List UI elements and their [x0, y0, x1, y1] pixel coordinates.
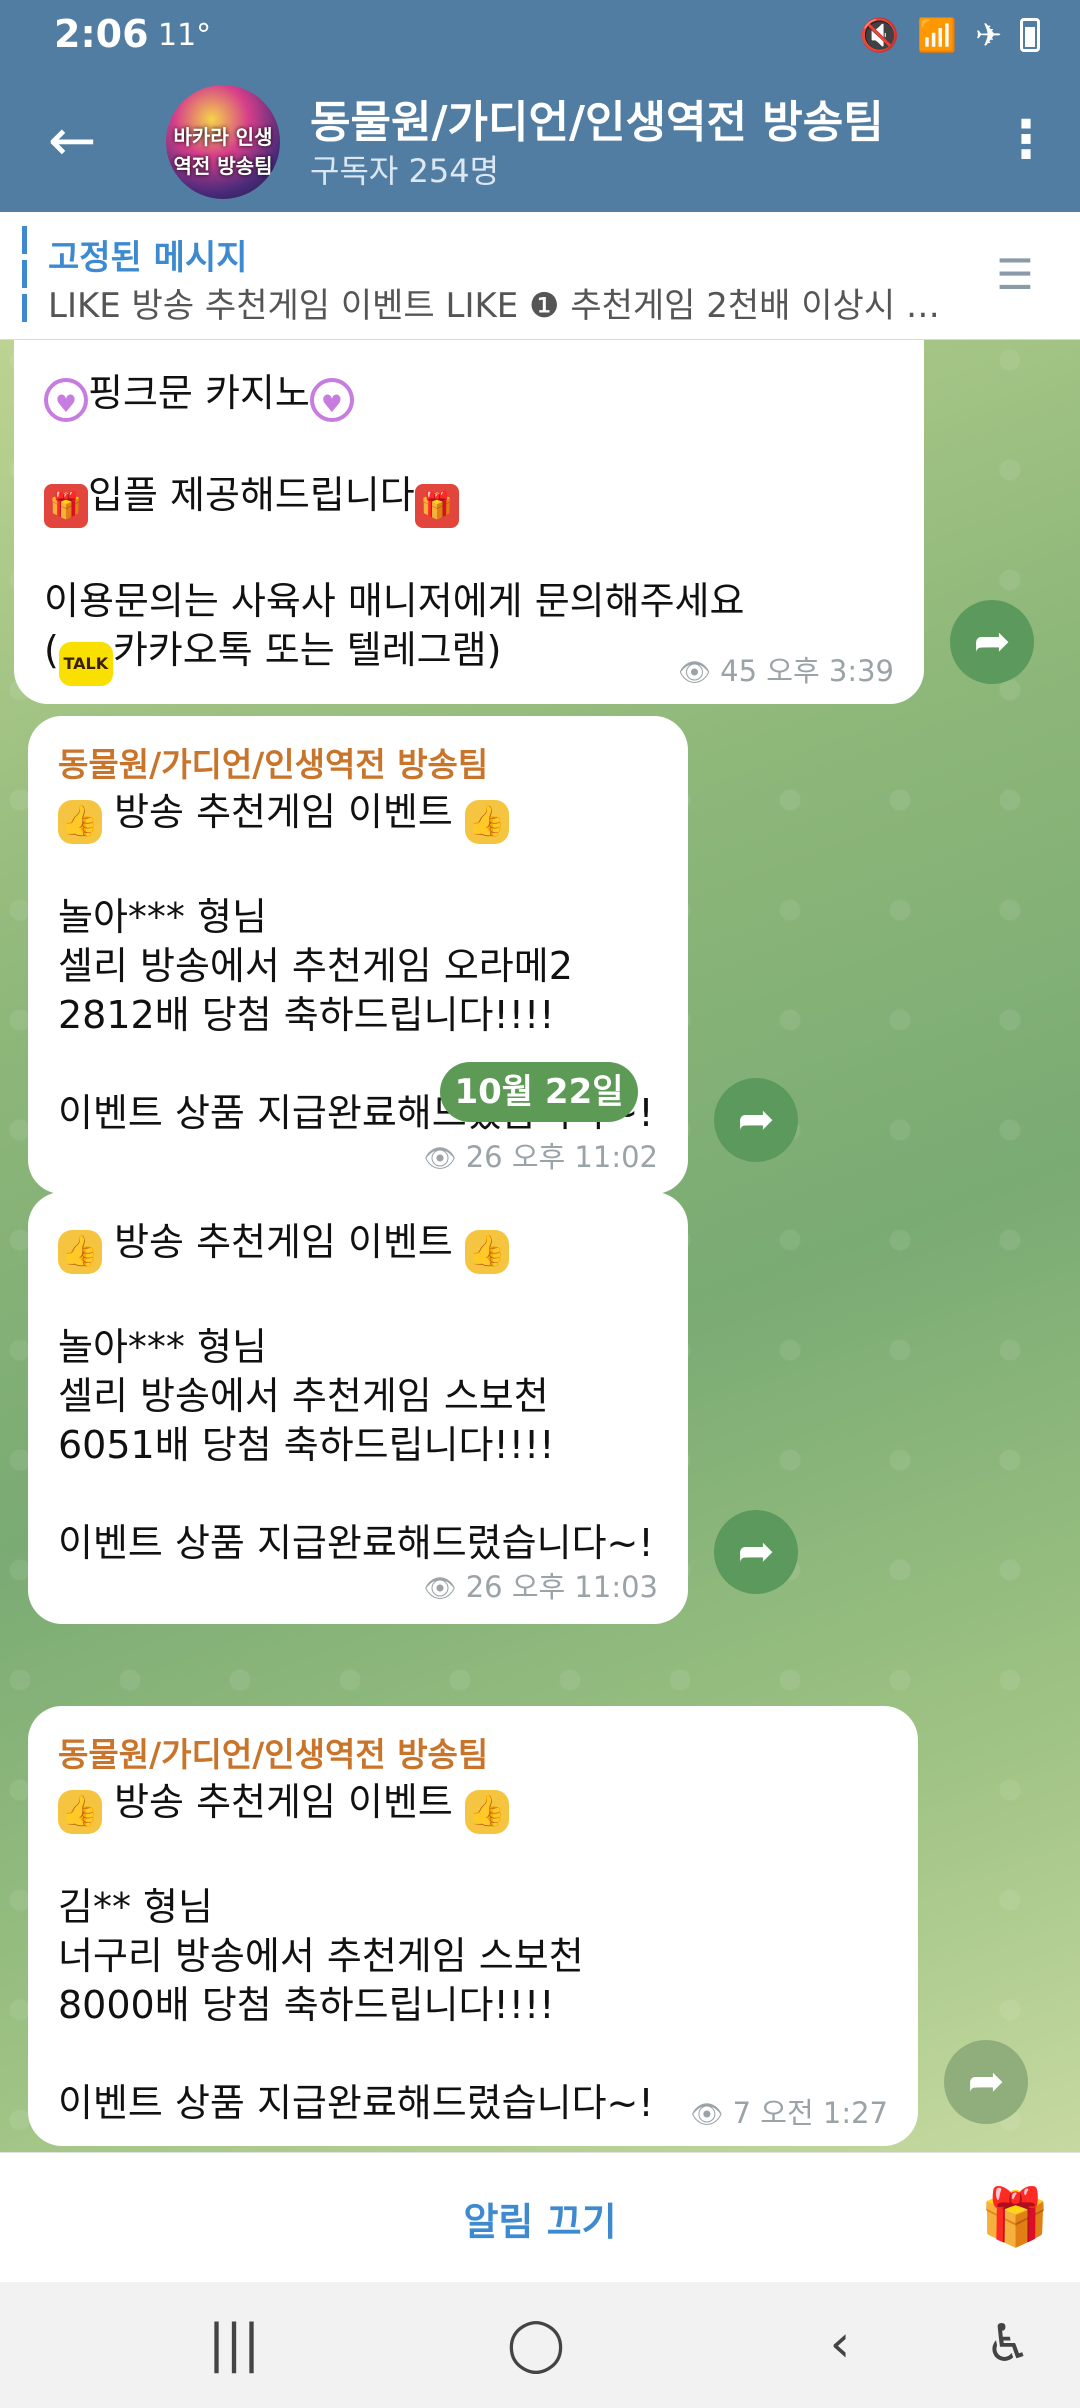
- message-line: 👍 방송 추천게임 이벤트 👍: [58, 1778, 888, 1834]
- chat-header: ← 바카라 인생역전 방송팀 동물원/가디언/인생역전 방송팀 구독자 254명…: [0, 72, 1080, 212]
- back-nav-icon[interactable]: ‹: [800, 2312, 880, 2376]
- message-line: 🎁 입플 제공해드립니다 🎁: [44, 471, 894, 528]
- message-line: 2812배 당첨 축하드립니다!!!!: [58, 993, 555, 1037]
- gift-emoji-icon: 🎁: [414, 484, 459, 528]
- recent-apps-icon[interactable]: |||: [194, 2312, 274, 2376]
- mute-icon: 🔇: [859, 16, 900, 54]
- message-time: 오전 1:27: [760, 2096, 888, 2130]
- message-line: [44, 340, 894, 369]
- message-line: 👍 방송 추천게임 이벤트 👍: [58, 788, 658, 844]
- message-line: 👍 방송 추천게임 이벤트 👍: [58, 1218, 658, 1274]
- home-icon[interactable]: ◯: [496, 2312, 576, 2376]
- pinned-text: LIKE 방송 추천게임 이벤트 LIKE ❶ 추천게임 2천배 이상시 🎯…: [48, 286, 968, 326]
- message-line: 8000배 당첨 축하드립니다!!!!: [58, 1983, 555, 2027]
- message-bubble[interactable]: 동물원/가디언/인생역전 방송팀 👍 방송 추천게임 이벤트 👍 김** 형님 …: [28, 1706, 918, 2146]
- wifi-icon: 📶: [917, 16, 958, 54]
- message-time: 오후 11:03: [511, 1570, 658, 1604]
- message-sender: 동물원/가디언/인생역전 방송팀: [58, 1735, 489, 1774]
- pinned-title: 고정된 메시지: [48, 238, 248, 278]
- status-temperature: 11°: [158, 18, 212, 53]
- view-count: 26: [465, 1570, 503, 1604]
- message-line: 놀아*** 형님: [58, 1325, 267, 1369]
- message-meta: 👁 45 오후 3:39: [678, 654, 894, 690]
- message-meta: 👁 26 오후 11:02: [58, 1140, 658, 1176]
- message-line: 김** 형님: [58, 1885, 213, 1929]
- message-line: 이용문의는 사육사 매니저에게 문의해주세요: [44, 579, 745, 623]
- message-line: 놀아*** 형님: [58, 895, 267, 939]
- chat-area[interactable]: ♥ 핑크문 카지노 ♥ 🎁 입플 제공해드립니다 🎁 이용문의는 사육사 매니저에게 문…: [0, 340, 1080, 2152]
- thumbs-up-icon: 👍: [58, 1790, 102, 1834]
- avatar-text: 바카라 인생역전 방송팀: [173, 125, 273, 178]
- message-line: 6051배 당첨 축하드립니다!!!!: [58, 1423, 555, 1467]
- message-line: [58, 1470, 658, 1519]
- eye-icon: 👁: [423, 1574, 457, 1604]
- message-bubble[interactable]: 👍 방송 추천게임 이벤트 👍 놀아*** 형님 셀리 방송에서 추천게임 스보…: [28, 1192, 688, 1624]
- channel-title[interactable]: 동물원/가디언/인생역전 방송팀: [310, 86, 884, 150]
- message-line: 셀리 방송에서 추천게임 스보천: [58, 1374, 549, 1418]
- view-count: 7: [732, 2096, 752, 2130]
- system-navigation-bar: ||| ◯ ‹ ♿: [0, 2282, 1080, 2408]
- heart-icon: ♥: [309, 378, 354, 422]
- message-line: 너구리 방송에서 추천게임 스보천: [58, 1934, 584, 1978]
- message-sender: 동물원/가디언/인생역전 방송팀: [58, 745, 489, 784]
- thumbs-up-icon: 👍: [58, 800, 102, 844]
- message-line: [58, 844, 658, 893]
- message-meta: 👁 26 오후 11:03: [58, 1570, 658, 1606]
- pinned-message-bar[interactable]: 고정된 메시지 LIKE 방송 추천게임 이벤트 LIKE ❶ 추천게임 2천배…: [0, 212, 1080, 340]
- message-line: [44, 422, 894, 471]
- view-count: 45: [720, 654, 758, 688]
- message-line: 셀리 방송에서 추천게임 오라메2: [58, 944, 573, 988]
- eye-icon: 👁: [690, 2100, 724, 2130]
- gift-icon[interactable]: 🎁: [980, 2183, 1050, 2253]
- message-time: 오후 3:39: [766, 654, 894, 688]
- share-forward-icon[interactable]: ➦: [714, 1078, 798, 1162]
- message-line: [58, 1274, 658, 1323]
- message-bubble[interactable]: 동물원/가디언/인생역전 방송팀 👍 방송 추천게임 이벤트 👍 놀아*** 형…: [28, 716, 688, 1194]
- message-time: 오후 11:02: [511, 1140, 658, 1174]
- share-forward-icon[interactable]: ➦: [714, 1510, 798, 1594]
- status-time: 2:06: [54, 12, 149, 56]
- view-count: 26: [465, 1140, 503, 1174]
- kakaotalk-icon: TALK: [58, 642, 113, 686]
- thumbs-up-icon: 👍: [58, 1230, 102, 1274]
- thumbs-up-icon: 👍: [465, 1790, 509, 1834]
- channel-bottom-bar: 알림 끄기 🎁: [0, 2152, 1080, 2282]
- share-forward-icon[interactable]: ➦: [950, 600, 1034, 684]
- channel-avatar[interactable]: 바카라 인생역전 방송팀: [166, 85, 280, 199]
- message-line: [58, 2030, 888, 2079]
- gift-emoji-icon: 🎁: [44, 484, 88, 528]
- thumbs-up-icon: 👍: [465, 800, 509, 844]
- message-line: ♥ 핑크문 카지노 ♥: [44, 369, 894, 422]
- battery-icon: [1020, 18, 1040, 52]
- eye-icon: 👁: [677, 658, 711, 688]
- message-bubble[interactable]: ♥ 핑크문 카지노 ♥ 🎁 입플 제공해드립니다 🎁 이용문의는 사육사 매니저에게 문…: [14, 340, 924, 704]
- pinned-list-icon[interactable]: ☰: [980, 250, 1050, 300]
- message-line: [44, 528, 894, 577]
- thumbs-up-icon: 👍: [465, 1230, 509, 1274]
- pinned-indicator: [22, 226, 27, 324]
- message-line: 이벤트 상품 지급완료해드렸습니다~!: [58, 1521, 654, 1565]
- status-bar: 2:06 11° 🔇 📶 ✈: [0, 0, 1080, 72]
- back-arrow-icon[interactable]: ←: [40, 108, 104, 172]
- eye-icon: 👁: [423, 1144, 457, 1174]
- heart-icon: ♥: [44, 378, 88, 422]
- airplane-icon: ✈: [975, 16, 1002, 54]
- message-meta: 👁 7 오전 1:27: [690, 2096, 888, 2132]
- more-vertical-icon[interactable]: ⋮: [996, 108, 1056, 172]
- accessibility-icon[interactable]: ♿: [968, 2312, 1048, 2376]
- message-line: [58, 1834, 888, 1883]
- mute-notifications-button[interactable]: 알림 끄기: [0, 2191, 1080, 2246]
- subscriber-count: 구독자 254명: [310, 152, 500, 190]
- share-forward-icon[interactable]: ➦: [944, 2040, 1028, 2124]
- date-divider: 10월 22일: [440, 1062, 638, 1122]
- status-icons: 🔇 📶 ✈: [859, 16, 1040, 54]
